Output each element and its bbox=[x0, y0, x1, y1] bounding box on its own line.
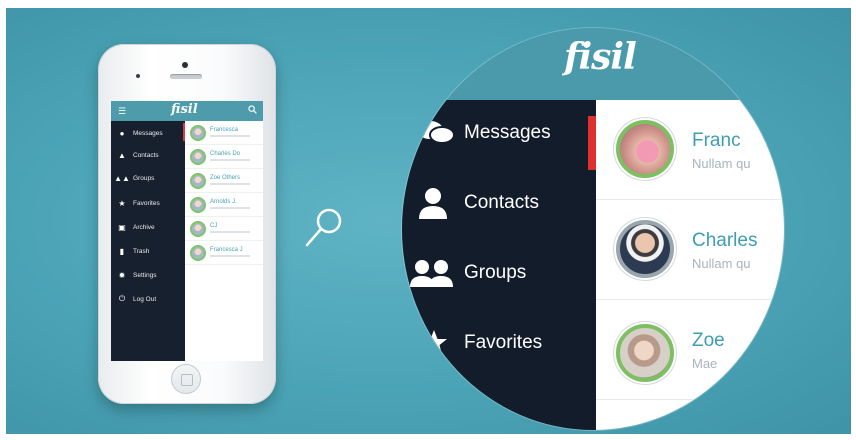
list-item[interactable]: Francesca J bbox=[185, 241, 263, 265]
phone-menu-item-groups[interactable]: ▲▲ Groups bbox=[111, 168, 185, 188]
menu-label: Groups bbox=[464, 262, 527, 283]
message-preview bbox=[210, 231, 250, 233]
list-item[interactable]: Charles Nullam qu bbox=[596, 200, 784, 300]
avatar bbox=[190, 125, 206, 141]
list-item[interactable]: Arnolds J. bbox=[185, 193, 263, 217]
menu-item-contacts[interactable]: Contacts bbox=[402, 178, 592, 228]
message-preview bbox=[210, 183, 250, 185]
star-icon: ★ bbox=[118, 198, 126, 208]
list-item[interactable]: Francesca bbox=[185, 121, 263, 145]
menu-label: Messages bbox=[464, 122, 551, 143]
message-preview bbox=[210, 207, 250, 209]
contact-name: Charles Do bbox=[210, 151, 241, 157]
avatar bbox=[190, 221, 206, 237]
menu-label: Messages bbox=[133, 129, 163, 137]
power-icon: ⏻ bbox=[118, 294, 126, 303]
chat-bubbles-icon bbox=[417, 121, 455, 144]
search-icon[interactable] bbox=[248, 105, 257, 114]
phone-menu-item-contacts[interactable]: ▲ Contacts bbox=[111, 145, 185, 165]
list-item[interactable]: Zoe Mae bbox=[596, 300, 784, 400]
menu-item-groups[interactable]: Groups bbox=[402, 248, 592, 298]
archive-box-icon: ▣ bbox=[118, 222, 126, 232]
message-preview: Mae bbox=[692, 356, 718, 371]
list-item[interactable]: Zoe Others bbox=[185, 169, 263, 193]
menu-label: Log Out bbox=[133, 295, 157, 303]
phone-sidebar-menu: ● Messages ▲ Contacts ▲▲ Groups ★ Favori… bbox=[111, 121, 185, 361]
phone-menu-item-settings[interactable]: ✹ Settings bbox=[111, 265, 185, 285]
avatar bbox=[190, 197, 206, 213]
phone-app-logo: fisil bbox=[171, 102, 198, 117]
sidebar-menu: Messages Contacts Groups Favorites bbox=[402, 100, 596, 430]
zoomed-detail-circle: fisil Messages Contacts Groups Favorites… bbox=[402, 28, 784, 430]
app-header: fisil bbox=[402, 28, 784, 100]
chat-bubbles-icon: ● bbox=[119, 128, 125, 138]
menu-label: Favorites bbox=[133, 199, 160, 207]
people-icon: ▲▲ bbox=[114, 173, 130, 183]
phone-menu-item-messages[interactable]: ● Messages bbox=[111, 123, 185, 143]
menu-label: Groups bbox=[133, 174, 155, 182]
trash-icon: ▮ bbox=[119, 246, 125, 256]
showcase-background: ☰ fisil ● Messages ▲ Contacts ▲▲ Groups … bbox=[6, 8, 851, 434]
contact-name: Francesca J bbox=[210, 247, 243, 253]
proximity-sensor bbox=[136, 74, 140, 78]
earpiece-speaker bbox=[170, 74, 202, 79]
phone-menu-item-trash[interactable]: ▮ Trash bbox=[111, 241, 185, 261]
menu-label: Contacts bbox=[464, 192, 539, 213]
magnifier-icon bbox=[305, 208, 342, 247]
active-menu-indicator bbox=[588, 116, 603, 170]
person-icon bbox=[419, 188, 447, 219]
contact-name: Arnolds J. bbox=[210, 199, 237, 205]
phone-menu-item-archive[interactable]: ▣ Archive bbox=[111, 217, 185, 237]
contact-name: CJ bbox=[210, 223, 218, 229]
contact-name: Charles bbox=[692, 230, 758, 251]
menu-label: Archive bbox=[133, 223, 155, 231]
message-preview bbox=[210, 159, 250, 161]
contact-name: Franc bbox=[692, 130, 741, 151]
avatar bbox=[616, 220, 674, 278]
conversation-list: Franc Nullam qu Charles Nullam qu Zoe Ma… bbox=[596, 100, 784, 430]
menu-label: Settings bbox=[133, 271, 157, 279]
avatar bbox=[190, 173, 206, 189]
front-camera bbox=[182, 62, 188, 68]
people-icon bbox=[410, 260, 453, 287]
menu-icon[interactable]: ☰ bbox=[118, 107, 128, 116]
person-icon: ▲ bbox=[118, 150, 126, 160]
message-preview: Nullam qu bbox=[692, 156, 751, 171]
message-preview bbox=[210, 255, 250, 257]
phone-conversation-list: Francesca Charles Do Zoe Others Arnolds … bbox=[185, 121, 263, 361]
phone-menu-item-logout[interactable]: ⏻ Log Out bbox=[111, 289, 185, 309]
menu-label: Trash bbox=[133, 247, 150, 255]
avatar bbox=[190, 149, 206, 165]
message-preview bbox=[210, 135, 250, 137]
contact-name: Zoe Others bbox=[210, 175, 241, 181]
avatar bbox=[616, 324, 674, 382]
menu-item-favorites[interactable]: Favorites bbox=[402, 318, 592, 368]
list-item[interactable]: CJ bbox=[185, 217, 263, 241]
avatar bbox=[616, 120, 674, 178]
star-icon bbox=[421, 330, 447, 355]
contact-name: Francesca bbox=[210, 127, 239, 133]
menu-item-messages[interactable]: Messages bbox=[402, 108, 592, 158]
contact-name: Zoe bbox=[692, 330, 725, 351]
menu-label: Favorites bbox=[464, 332, 543, 353]
list-item[interactable]: Franc Nullam qu bbox=[596, 100, 784, 200]
menu-label: Contacts bbox=[133, 151, 159, 159]
home-button bbox=[171, 364, 201, 394]
message-preview: Nullam qu bbox=[692, 256, 751, 271]
list-item[interactable]: Charles Do bbox=[185, 145, 263, 169]
app-logo: fisil bbox=[564, 36, 637, 78]
avatar bbox=[190, 245, 206, 261]
gear-icon: ✹ bbox=[118, 270, 126, 280]
phone-menu-item-favorites[interactable]: ★ Favorites bbox=[111, 193, 185, 213]
phone-app-header: ☰ fisil bbox=[111, 101, 263, 121]
phone-mockup: ☰ fisil ● Messages ▲ Contacts ▲▲ Groups … bbox=[98, 44, 276, 404]
phone-screen: ☰ fisil ● Messages ▲ Contacts ▲▲ Groups … bbox=[111, 101, 263, 361]
